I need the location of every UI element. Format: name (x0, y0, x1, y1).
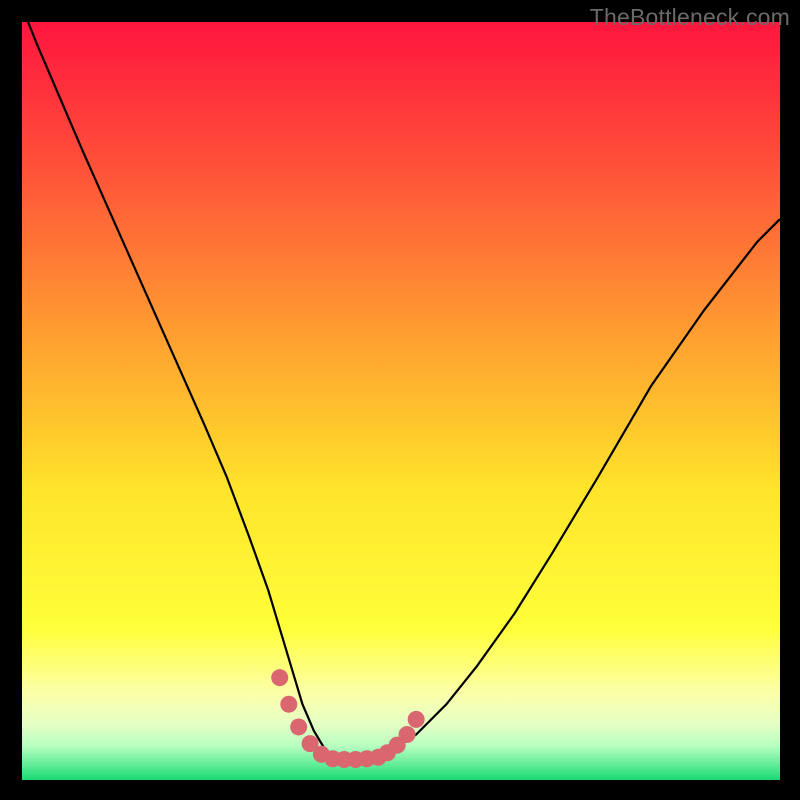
watermark-text: TheBottleneck.com (590, 4, 790, 31)
plot-background (22, 22, 780, 780)
chart-svg (0, 0, 800, 800)
chart-frame: TheBottleneck.com (0, 0, 800, 800)
marker-dot (280, 696, 297, 713)
marker-dot (290, 718, 307, 735)
marker-dot (408, 711, 425, 728)
marker-dot (271, 669, 288, 686)
marker-dot (399, 726, 416, 743)
